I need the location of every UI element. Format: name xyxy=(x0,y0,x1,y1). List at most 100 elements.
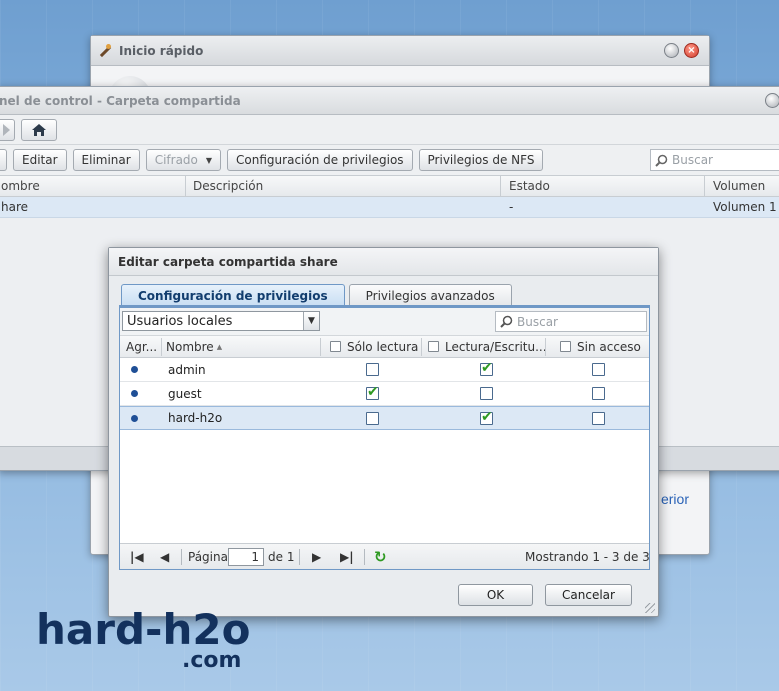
page-label: Página xyxy=(188,550,228,564)
control-panel-title: nel de control - Carpeta compartida xyxy=(0,93,241,108)
quick-start-title: Inicio rápido xyxy=(119,43,204,58)
shares-table-header: ombre Descripción Estado Volumen xyxy=(0,175,779,198)
quick-start-titlebar[interactable]: Inicio rápido xyxy=(91,36,709,66)
edit-button[interactable]: Editar xyxy=(13,149,67,171)
table-row[interactable]: admin xyxy=(120,358,649,382)
column-divider xyxy=(704,176,705,198)
pager-divider xyxy=(364,549,365,565)
noaccess-checkbox[interactable] xyxy=(592,407,605,429)
user-name: guest xyxy=(168,386,202,401)
page-total: de 1 xyxy=(268,550,295,564)
readonly-checkbox[interactable] xyxy=(366,407,379,429)
user-name: admin xyxy=(168,362,206,377)
logo-line2: .com xyxy=(182,648,242,673)
noaccess-checkbox[interactable] xyxy=(592,358,605,381)
encryption-label: Cifrado xyxy=(154,153,198,167)
share-name: hare xyxy=(1,200,29,214)
col-username[interactable]: Nombre ▲ xyxy=(166,336,222,357)
prev-page-icon[interactable]: ◀ xyxy=(160,544,169,570)
privileges-panel: Usuarios locales ▼ Buscar Agr... Nombre ▲… xyxy=(119,305,650,570)
refresh-icon[interactable]: ↻ xyxy=(374,544,387,570)
share-status: - xyxy=(509,200,514,214)
readwrite-checkbox[interactable] xyxy=(480,382,493,405)
dialog-search-input[interactable]: Buscar xyxy=(495,311,647,332)
next-page-icon[interactable]: ▶ xyxy=(312,544,321,570)
readonly-checkbox[interactable] xyxy=(366,382,379,405)
minimize-icon[interactable] xyxy=(664,43,679,58)
user-name: hard-h2o xyxy=(168,411,223,425)
tab-advanced-privileges[interactable]: Privilegios avanzados xyxy=(348,284,512,306)
col-name[interactable]: ombre xyxy=(1,179,40,193)
forward-button[interactable] xyxy=(0,118,15,141)
column-divider xyxy=(545,338,546,356)
readwrite-checkbox[interactable] xyxy=(480,358,493,381)
noaccess-all-checkbox[interactable] xyxy=(560,341,571,352)
nfs-privileges-button[interactable]: Privilegios de NFS xyxy=(418,149,544,171)
pager-divider xyxy=(181,549,182,565)
page-number-input[interactable]: 1 xyxy=(228,544,264,570)
dialog-tabs: Configuración de privilegios Privilegios… xyxy=(121,284,512,306)
column-divider xyxy=(421,338,422,356)
first-page-icon[interactable]: |◀ xyxy=(130,544,144,570)
share-volume: Volumen 1 xyxy=(713,200,777,214)
col-username-label: Nombre xyxy=(166,339,214,354)
previous-link[interactable]: erior xyxy=(661,491,689,507)
column-divider xyxy=(185,176,186,198)
hard-h2o-logo: hard-h2o .com xyxy=(36,608,250,674)
pagination-bar: |◀ ◀ Página 1 de 1 ▶ ▶| ↻ Mostrando 1 - … xyxy=(120,543,650,570)
cancel-button[interactable]: Cancelar xyxy=(545,584,632,606)
resize-grip-icon[interactable] xyxy=(645,603,655,613)
readwrite-all-checkbox[interactable] xyxy=(428,341,439,352)
search-icon xyxy=(655,154,668,167)
last-page-icon[interactable]: ▶| xyxy=(340,544,354,570)
col-group[interactable]: Agr... xyxy=(126,336,157,357)
col-readwrite-label: Lectura/Escritu... xyxy=(445,339,547,354)
tab-privileges-config[interactable]: Configuración de privilegios xyxy=(121,284,345,306)
col-readonly-label: Sólo lectura xyxy=(347,339,419,354)
group-dot-icon xyxy=(131,358,138,381)
readonly-all-checkbox[interactable] xyxy=(330,341,341,352)
nav-bar xyxy=(0,115,779,145)
users-table-header: Agr... Nombre ▲ Sólo lectura Lectura/Escr… xyxy=(120,336,649,358)
column-divider xyxy=(320,338,321,356)
create-button[interactable] xyxy=(0,149,7,171)
chevron-down-icon[interactable]: ▼ xyxy=(303,312,319,330)
ok-button[interactable]: OK xyxy=(458,584,533,606)
filter-bar: Usuarios locales ▼ Buscar xyxy=(120,308,649,336)
table-row[interactable]: hard-h2o xyxy=(120,406,649,430)
home-button[interactable] xyxy=(21,118,57,141)
table-row[interactable]: hare - Volumen 1 xyxy=(0,197,779,218)
close-icon[interactable]: × xyxy=(684,43,699,58)
col-noaccess[interactable]: Sin acceso xyxy=(560,336,641,357)
col-description[interactable]: Descripción xyxy=(193,179,263,193)
home-icon xyxy=(32,123,46,136)
noaccess-checkbox[interactable] xyxy=(592,382,605,405)
user-type-value: Usuarios locales xyxy=(127,313,233,329)
dropdown-arrow-icon: ▼ xyxy=(205,155,213,165)
privileges-config-button[interactable]: Configuración de privilegios xyxy=(227,149,413,171)
col-readwrite[interactable]: Lectura/Escritu... xyxy=(428,336,547,357)
col-noaccess-label: Sin acceso xyxy=(577,339,641,354)
encryption-button[interactable]: Cifrado ▼ xyxy=(145,149,222,171)
search-placeholder: Buscar xyxy=(672,153,713,167)
table-row[interactable]: guest xyxy=(120,382,649,406)
pager-divider xyxy=(299,549,300,565)
search-icon xyxy=(500,315,513,328)
col-volume[interactable]: Volumen xyxy=(713,179,765,193)
control-panel-titlebar[interactable]: nel de control - Carpeta compartida xyxy=(0,87,779,115)
delete-button[interactable]: Eliminar xyxy=(72,149,140,171)
search-input[interactable]: Buscar xyxy=(650,149,779,171)
forward-arrow-icon xyxy=(3,123,10,136)
col-readonly[interactable]: Sólo lectura xyxy=(330,336,418,357)
user-type-select[interactable]: Usuarios locales ▼ xyxy=(122,311,320,331)
readonly-checkbox[interactable] xyxy=(366,358,379,381)
sort-asc-icon: ▲ xyxy=(216,342,223,351)
column-divider xyxy=(161,338,162,356)
col-status[interactable]: Estado xyxy=(509,179,550,193)
dialog-titlebar[interactable]: Editar carpeta compartida share xyxy=(109,248,658,276)
minimize-icon[interactable] xyxy=(765,93,779,108)
readwrite-checkbox[interactable] xyxy=(480,407,493,429)
column-divider xyxy=(500,176,501,198)
group-dot-icon xyxy=(131,407,138,429)
wand-icon xyxy=(97,43,111,58)
